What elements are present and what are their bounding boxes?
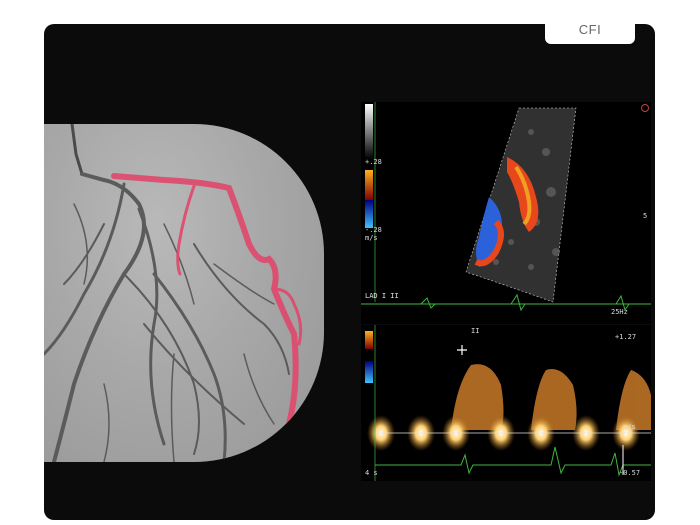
spectral-doppler-view: II +1.27 m/s -0.57 4 s <box>361 325 651 481</box>
doppler-lead: II <box>471 327 480 335</box>
velocity-negative-bar <box>365 200 373 228</box>
echo-ecg-leads: LAD I II <box>365 292 399 300</box>
doppler-spectrum <box>365 325 651 481</box>
doppler-scale-top: +1.27 <box>615 333 637 341</box>
echo-frequency: 25Hz <box>611 308 628 316</box>
angiogram-vessels <box>44 124 303 462</box>
echo-scale-unit: m/s <box>365 234 378 242</box>
grayscale-bar <box>365 104 373 159</box>
echo-sector <box>361 102 651 312</box>
echo-color-flow-view: +.28 -.28 m/s LAD I II 25Hz 5 <box>361 102 651 324</box>
doppler-scale-bottom: -0.57 <box>619 469 641 477</box>
orientation-marker-icon <box>641 104 649 112</box>
doppler-time-mark: 4 s <box>365 469 378 477</box>
echo-scale-top: +.28 <box>365 158 382 166</box>
coronary-angiogram <box>44 124 324 462</box>
echo-side-marker: 5 <box>643 212 648 220</box>
velocity-positive-bar <box>365 170 373 200</box>
doppler-unit: m/s <box>623 423 636 431</box>
cfi-tab[interactable]: CFI <box>545 14 635 44</box>
echo-scale-bottom: -.28 <box>365 226 382 234</box>
